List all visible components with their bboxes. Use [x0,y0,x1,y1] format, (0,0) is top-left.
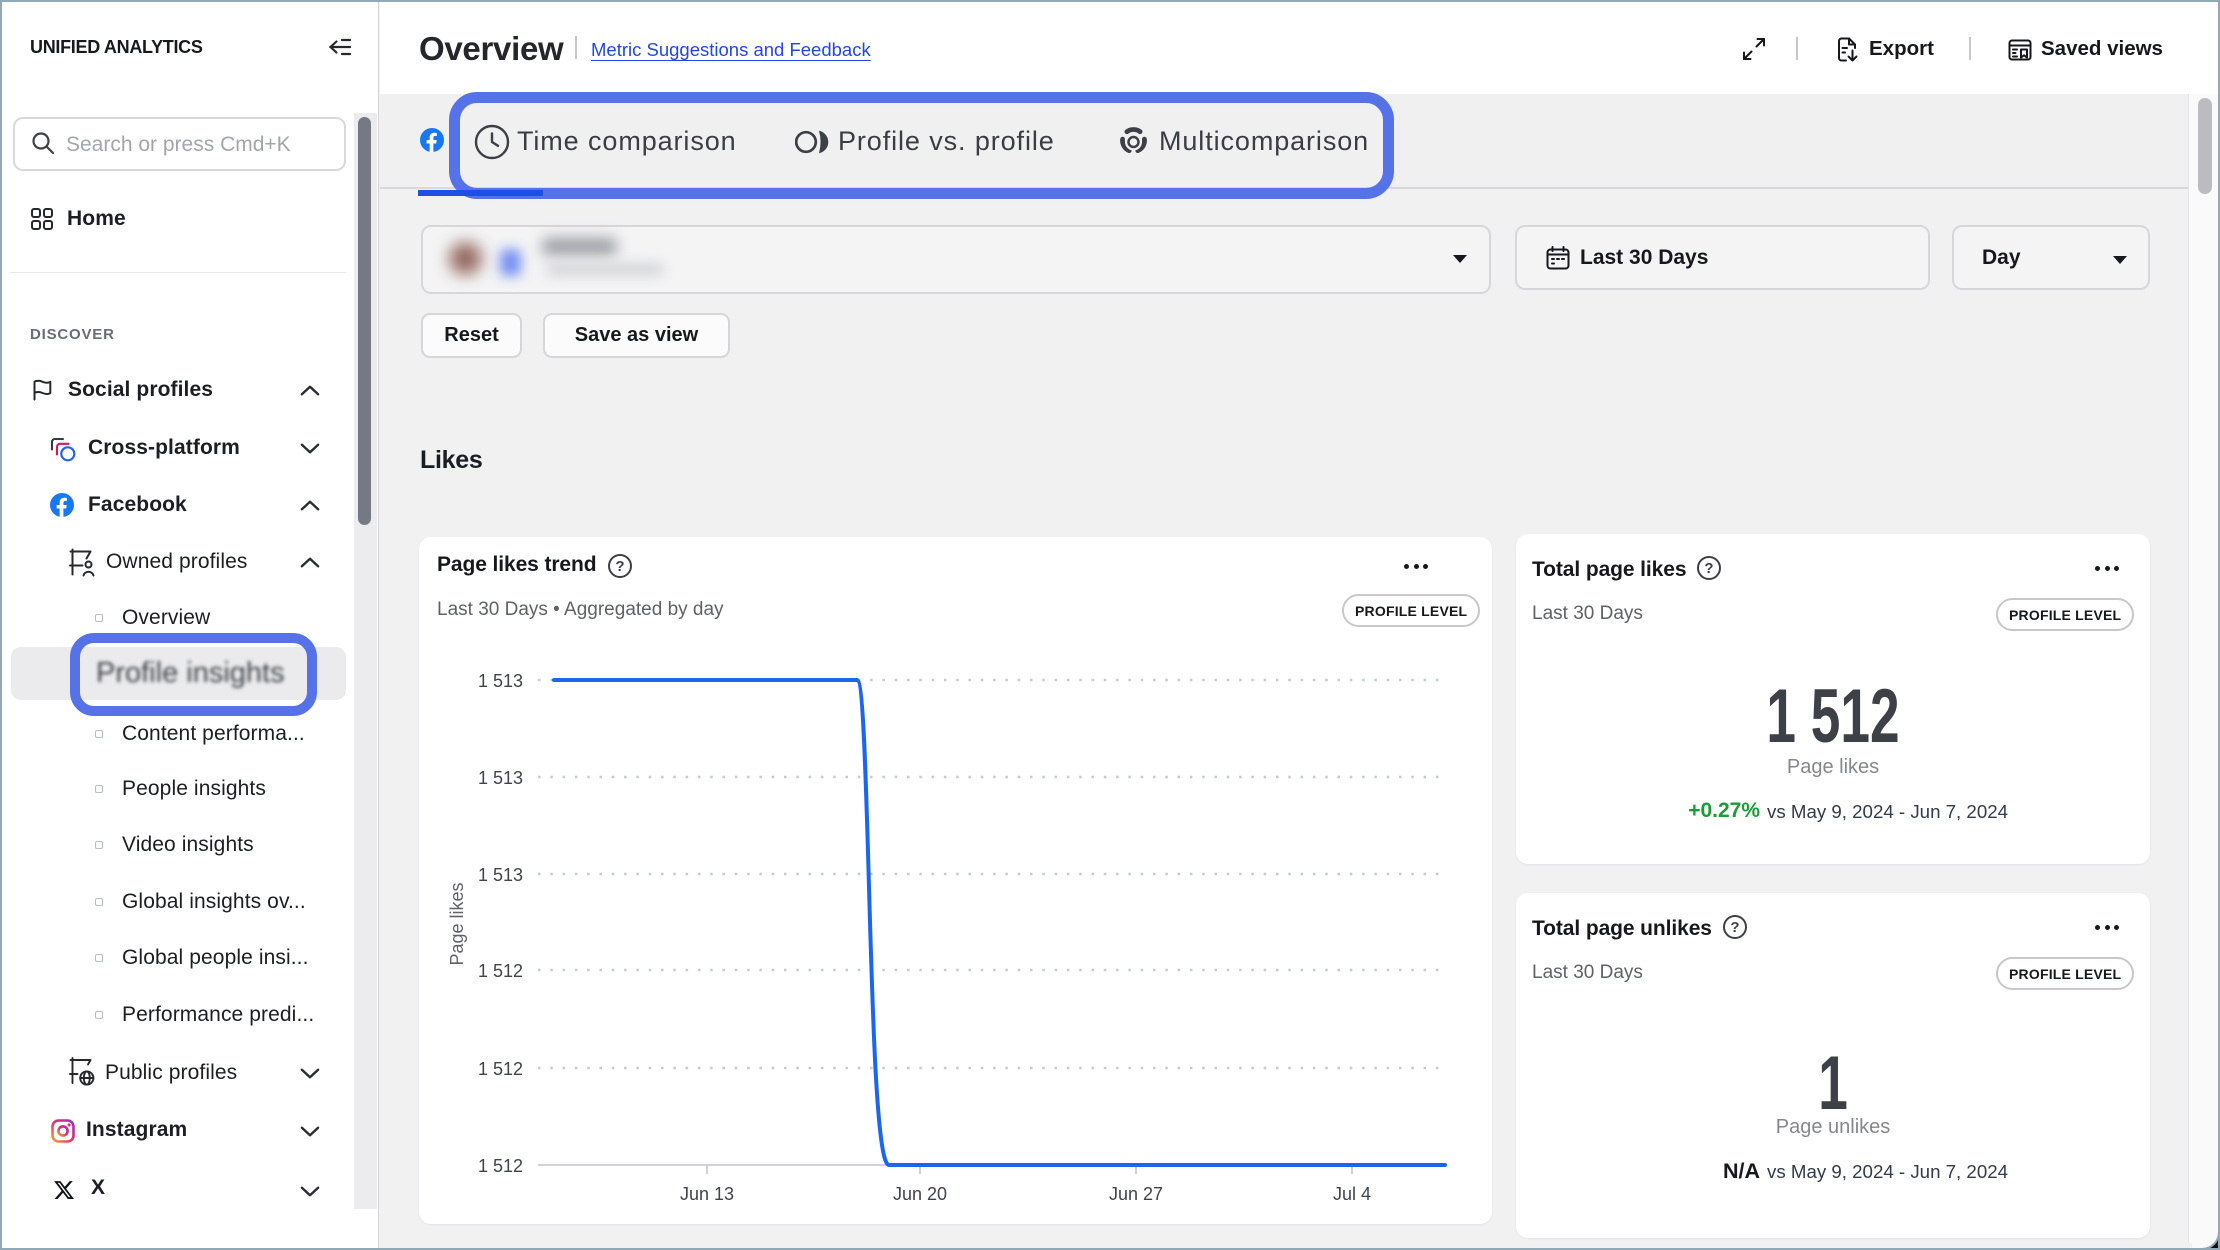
svg-text:Jun 13: Jun 13 [680,1184,734,1204]
svg-text:1 512: 1 512 [478,1059,523,1079]
svg-text:1 513: 1 513 [478,865,523,885]
svg-text:1 512: 1 512 [478,1156,523,1176]
svg-text:1 513: 1 513 [478,768,523,788]
svg-text:Jul 4: Jul 4 [1333,1184,1371,1204]
svg-text:Jun 20: Jun 20 [893,1184,947,1204]
svg-text:Jun 27: Jun 27 [1109,1184,1163,1204]
svg-text:1 513: 1 513 [478,671,523,691]
svg-text:1 512: 1 512 [478,961,523,981]
svg-text:Page likes: Page likes [447,882,467,965]
